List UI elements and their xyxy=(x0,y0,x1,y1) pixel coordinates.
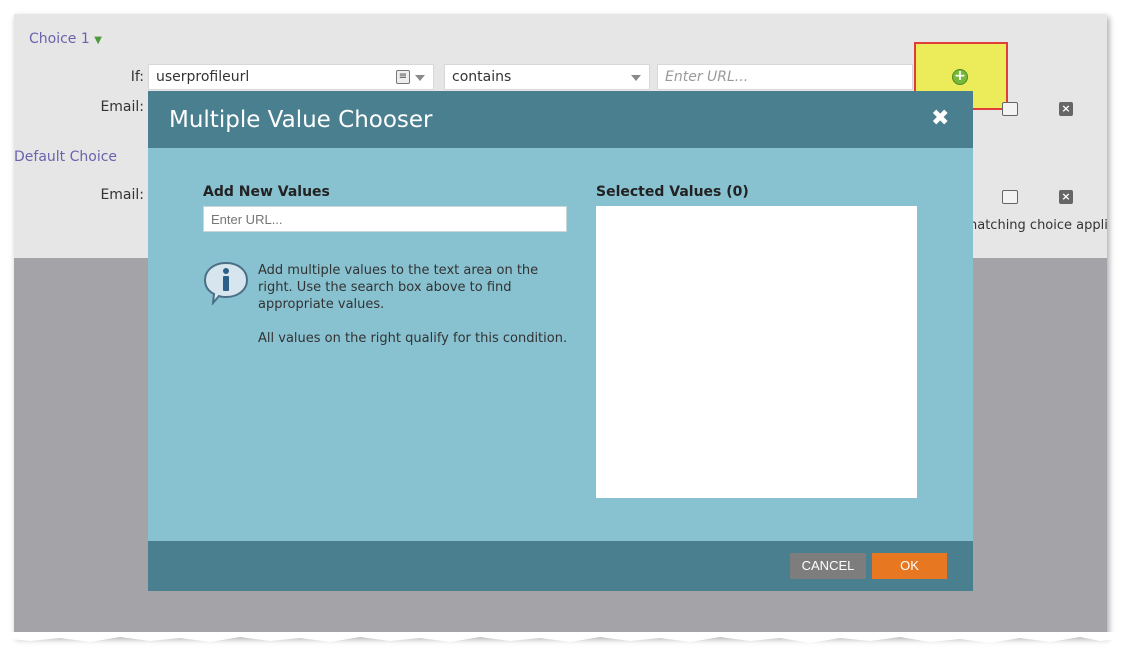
default-email-label: Email: xyxy=(100,187,144,203)
caret-down-icon[interactable]: ▼ xyxy=(94,35,102,46)
field-type-icon: ≡ xyxy=(396,70,410,84)
new-values-input[interactable] xyxy=(203,206,567,232)
cancel-button[interactable]: CANCEL xyxy=(790,553,866,579)
multiple-value-chooser-dialog: Multiple Value Chooser ✖ Add New Values … xyxy=(148,91,973,591)
preview-icon[interactable] xyxy=(1002,190,1018,204)
chevron-down-icon xyxy=(631,75,641,81)
add-values-icon[interactable]: + xyxy=(952,69,968,85)
ok-button[interactable]: OK xyxy=(872,553,947,579)
screenshot-frame: Choice 1 ▼ If: userprofileurl ≡ contains… xyxy=(14,14,1107,636)
operator-select-value: contains xyxy=(452,69,512,85)
default-choice-title: Default Choice xyxy=(14,149,118,165)
email-label: Email: xyxy=(100,99,144,115)
delete-icon[interactable]: × xyxy=(1059,190,1073,204)
dialog-footer: CANCEL OK xyxy=(148,541,973,591)
info-text-line2: All values on the right qualify for this… xyxy=(258,331,568,346)
close-icon[interactable]: ✖ xyxy=(931,108,949,130)
selected-values-title: Selected Values (0) xyxy=(596,184,749,200)
torn-edge xyxy=(0,632,1129,643)
chevron-down-icon xyxy=(415,75,425,81)
info-icon xyxy=(203,261,249,305)
field-select[interactable]: userprofileurl ≡ xyxy=(148,64,434,90)
choice-1-toggle[interactable]: Choice 1 ▼ xyxy=(29,31,102,47)
add-new-values-title: Add New Values xyxy=(203,184,330,200)
preview-icon[interactable] xyxy=(1002,102,1018,116)
choice-1-title[interactable]: Choice 1 xyxy=(29,31,90,47)
operator-select[interactable]: contains xyxy=(444,64,650,90)
if-label: If: xyxy=(130,69,144,85)
dialog-header: Multiple Value Chooser ✖ xyxy=(148,91,973,148)
dialog-title: Multiple Value Chooser xyxy=(169,107,433,133)
field-select-value: userprofileurl xyxy=(156,69,250,85)
url-input-placeholder: Enter URL... xyxy=(665,69,749,85)
info-text-line1: Add multiple values to the text area on … xyxy=(258,263,539,312)
delete-icon[interactable]: × xyxy=(1059,102,1073,116)
url-input[interactable]: Enter URL... xyxy=(657,64,913,90)
default-choice-note: hatching choice applies xyxy=(969,218,1107,233)
selected-values-textarea[interactable] xyxy=(596,206,917,498)
